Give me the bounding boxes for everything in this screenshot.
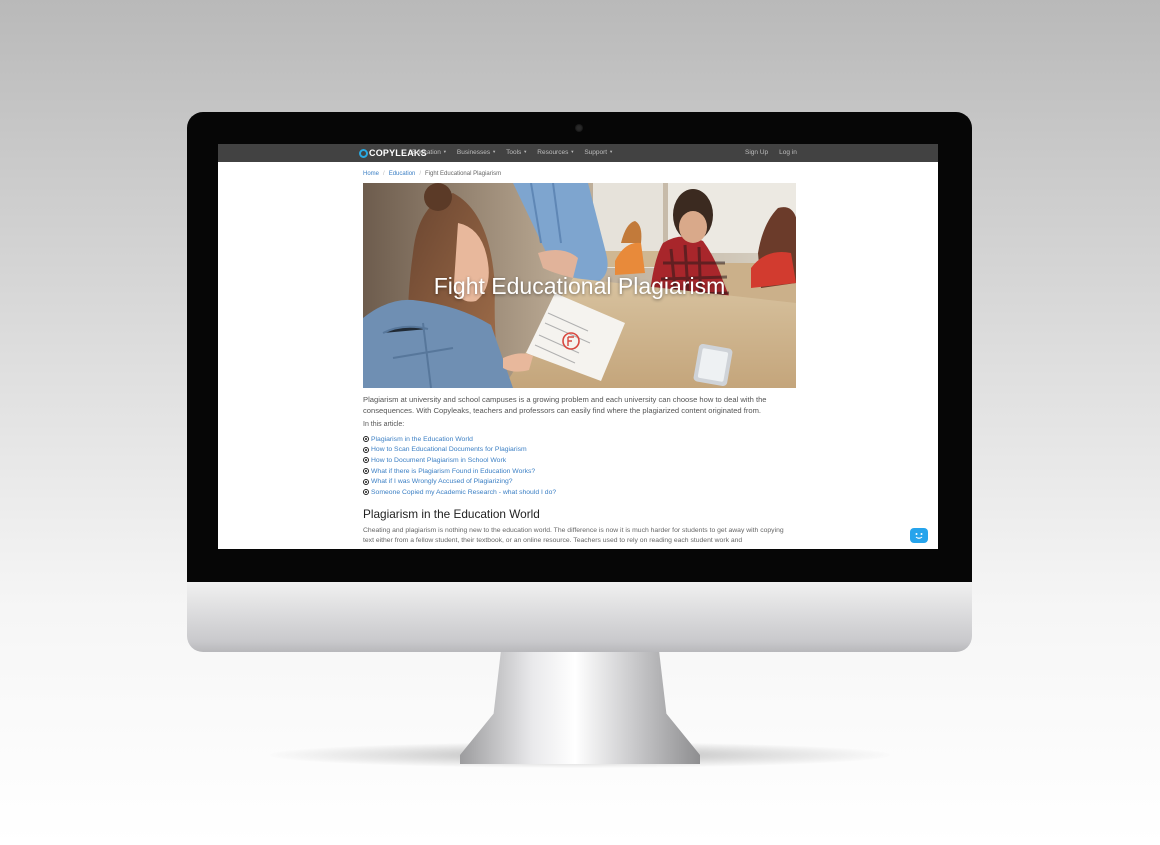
toc-item[interactable]: How to Scan Educational Documents for Pl… bbox=[363, 445, 796, 456]
breadcrumb-separator: / bbox=[419, 171, 422, 177]
caret-down-icon: ▼ bbox=[570, 149, 575, 154]
toc-link[interactable]: What if there is Plagiarism Found in Edu… bbox=[371, 468, 535, 475]
toc-link[interactable]: Someone Copied my Academic Research - wh… bbox=[371, 489, 556, 496]
caret-down-icon: ▼ bbox=[442, 149, 447, 154]
section-heading: Plagiarism in the Education World bbox=[363, 506, 540, 521]
toc-item[interactable]: Someone Copied my Academic Research - wh… bbox=[363, 487, 796, 498]
nav-item-education[interactable]: Education ▼ bbox=[412, 149, 447, 156]
breadcrumb: Home / Education / Fight Educational Plagiar… bbox=[363, 171, 796, 179]
nav-account: Sign Up Log in bbox=[745, 149, 797, 156]
chat-widget-button[interactable] bbox=[910, 528, 928, 543]
nav-item-resources[interactable]: Resources ▼ bbox=[537, 149, 574, 156]
in-this-article-label: In this article: bbox=[363, 421, 405, 428]
table-of-contents: Plagiarism in the Education World How to… bbox=[363, 434, 796, 498]
login-link[interactable]: Log in bbox=[779, 149, 797, 156]
caret-down-icon: ▼ bbox=[523, 149, 528, 154]
hero-banner: Fight Educational Plagiarism bbox=[363, 183, 796, 388]
toc-item[interactable]: What if there is Plagiarism Found in Edu… bbox=[363, 466, 796, 477]
circle-dot-icon bbox=[363, 468, 369, 475]
circle-dot-icon bbox=[363, 478, 369, 485]
nav-item-tools[interactable]: Tools ▼ bbox=[506, 149, 527, 156]
breadcrumb-home[interactable]: Home bbox=[363, 171, 379, 177]
toc-link[interactable]: How to Document Plagiarism in School Wor… bbox=[371, 457, 506, 464]
signup-link[interactable]: Sign Up bbox=[745, 149, 768, 156]
circle-dot-icon bbox=[363, 436, 369, 443]
browser-screen: COPYLEAKS Education ▼ Businesses ▼ Tools ▼ … bbox=[218, 144, 938, 549]
breadcrumb-current: Fight Educational Plagiarism bbox=[425, 171, 502, 177]
breadcrumb-education[interactable]: Education bbox=[389, 171, 416, 177]
intro-paragraph: Plagiarism at university and school camp… bbox=[363, 395, 767, 415]
toc-link[interactable]: What if I was Wrongly Accused of Plagiar… bbox=[371, 478, 513, 485]
nav-menu: Education ▼ Businesses ▼ Tools ▼ Resources ▼… bbox=[412, 149, 613, 156]
toc-link[interactable]: Plagiarism in the Education World bbox=[371, 436, 473, 443]
article-content: Home / Education / Fight Educational Plagiar… bbox=[363, 162, 796, 547]
top-navbar: COPYLEAKS Education ▼ Businesses ▼ Tools ▼ … bbox=[218, 144, 938, 162]
section-body: Cheating and plagiarism is nothing new t… bbox=[363, 526, 784, 545]
monitor-stand bbox=[460, 652, 700, 764]
nav-item-support[interactable]: Support ▼ bbox=[584, 149, 613, 156]
toc-item[interactable]: What if I was Wrongly Accused of Plagiar… bbox=[363, 476, 796, 487]
circle-dot-icon bbox=[363, 446, 369, 453]
logo-ring-icon bbox=[359, 148, 368, 158]
toc-item[interactable]: Plagiarism in the Education World bbox=[363, 434, 796, 445]
nav-item-businesses[interactable]: Businesses ▼ bbox=[457, 149, 496, 156]
breadcrumb-separator: / bbox=[383, 171, 385, 177]
camera-icon bbox=[575, 124, 583, 132]
toc-item[interactable]: How to Document Plagiarism in School Wor… bbox=[363, 455, 796, 466]
circle-dot-icon bbox=[363, 489, 369, 496]
caret-down-icon: ▼ bbox=[492, 149, 497, 154]
chat-bot-icon bbox=[915, 533, 923, 539]
monitor-chin bbox=[187, 580, 972, 652]
hero-title: Fight Educational Plagiarism bbox=[433, 273, 726, 299]
toc-link[interactable]: How to Scan Educational Documents for Pl… bbox=[371, 446, 527, 453]
caret-down-icon: ▼ bbox=[609, 149, 614, 154]
circle-dot-icon bbox=[363, 457, 369, 464]
